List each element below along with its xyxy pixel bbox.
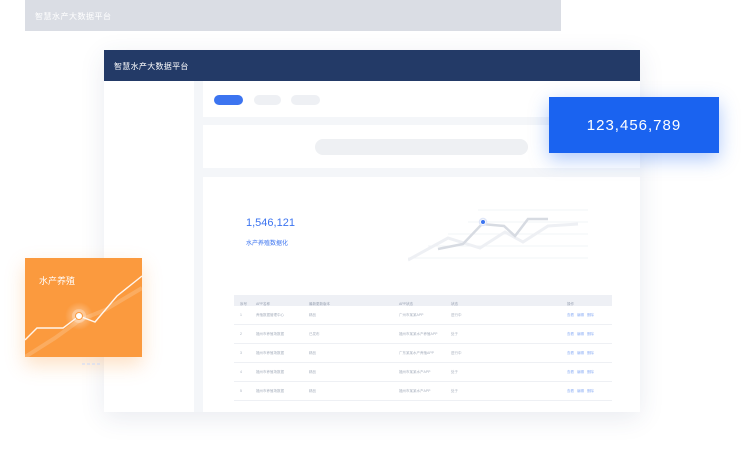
table-cell: 进行中 xyxy=(451,313,462,317)
table-cell: 福州市某某水产养殖APP xyxy=(399,332,438,336)
table-cell: 5 xyxy=(240,389,242,393)
table-cell: 处于 xyxy=(451,389,458,393)
aquaculture-point xyxy=(75,312,83,320)
view-link[interactable]: 查看 xyxy=(567,313,574,317)
table-row: 2 福州市养殖场数据 已发布 福州市某某水产养殖APP 处于 查看 编辑 删除 xyxy=(234,325,612,344)
view-link[interactable]: 查看 xyxy=(567,332,574,336)
view-link[interactable]: 查看 xyxy=(567,389,574,393)
background-window-titlebar: 智慧水产大数据平台 xyxy=(25,0,561,31)
table-cell: 广州市某某APP xyxy=(399,313,424,317)
table-row: 1 养殖数据管理中心 精品 广州市某某APP 进行中 查看 编辑 删除 xyxy=(234,306,612,325)
table-cell: 福州市某某水产APP xyxy=(399,389,431,393)
row-actions: 查看 编辑 删除 xyxy=(567,313,597,318)
edit-link[interactable]: 编辑 xyxy=(577,370,584,374)
table-cell: 精品 xyxy=(309,313,316,317)
tab-active[interactable] xyxy=(214,95,243,105)
background-window-title: 智慧水产大数据平台 xyxy=(35,12,112,21)
window-title: 智慧水产大数据平台 xyxy=(114,62,189,71)
row-actions: 查看 编辑 删除 xyxy=(567,389,597,394)
content-panel: 1,546,121 水产养殖数据化 序号 APP名称 最新更新版本 APP状态 … xyxy=(203,177,640,412)
table-cell: 精品 xyxy=(309,370,316,374)
counter-card: 123,456,789 xyxy=(549,97,719,153)
trend-line-shadow xyxy=(408,222,579,262)
edit-link[interactable]: 编辑 xyxy=(577,332,584,336)
table-cell: 福州市某某水产APP xyxy=(399,370,431,374)
table-cell: 福州市养殖场数据 xyxy=(256,389,284,393)
table-cell: 2 xyxy=(240,332,242,336)
table-cell: 进行中 xyxy=(451,351,462,355)
table-row: 4 福州市养殖场数据 精品 福州市某某水产APP 处于 查看 编辑 删除 xyxy=(234,363,612,382)
chart-gridlines xyxy=(408,209,588,259)
table-cell: 养殖数据管理中心 xyxy=(256,313,284,317)
table-cell: 处于 xyxy=(451,332,458,336)
trend-point xyxy=(481,220,485,224)
table-cell: 1 xyxy=(240,313,242,317)
counter-value: 123,456,789 xyxy=(586,117,682,134)
aquaculture-trend-chart xyxy=(25,275,142,357)
table-cell: 已发布 xyxy=(309,332,320,336)
table-cell: 福州市养殖场数据 xyxy=(256,351,284,355)
sidebar xyxy=(104,81,194,412)
view-link[interactable]: 查看 xyxy=(567,370,574,374)
trend-line-chart xyxy=(408,209,588,262)
table-cell: 广东某某水产养殖APP xyxy=(399,351,435,355)
row-actions: 查看 编辑 删除 xyxy=(567,370,597,375)
tab-2[interactable] xyxy=(254,95,281,105)
row-actions: 查看 编辑 删除 xyxy=(567,351,597,356)
edit-link[interactable]: 编辑 xyxy=(577,313,584,317)
table-cell: 处于 xyxy=(451,370,458,374)
stat-label: 水产养殖数据化 xyxy=(246,241,289,247)
data-table: 序号 APP名称 最新更新版本 APP状态 状态 操作 1 养殖数据管理中心 精… xyxy=(234,295,612,401)
delete-link[interactable]: 删除 xyxy=(587,332,594,336)
stat-value: 1,546,121 xyxy=(246,217,295,229)
delete-link[interactable]: 删除 xyxy=(587,389,594,393)
tab-3[interactable] xyxy=(291,95,320,105)
delete-link[interactable]: 删除 xyxy=(587,313,594,317)
delete-link[interactable]: 删除 xyxy=(587,351,594,355)
aquaculture-card: 水产养殖 xyxy=(25,258,142,357)
table-cell: 3 xyxy=(240,351,242,355)
search-input[interactable] xyxy=(315,139,528,155)
table-cell: 4 xyxy=(240,370,242,374)
table-cell: 精品 xyxy=(309,389,316,393)
aquaculture-card-title: 水产养殖 xyxy=(39,276,76,286)
edit-link[interactable]: 编辑 xyxy=(577,389,584,393)
row-actions: 查看 编辑 删除 xyxy=(567,332,597,337)
table-cell: 精品 xyxy=(309,351,316,355)
edit-link[interactable]: 编辑 xyxy=(577,351,584,355)
table-cell: 福州市养殖场数据 xyxy=(256,370,284,374)
decorative-dash xyxy=(82,363,102,365)
table-row: 5 福州市养殖场数据 精品 福州市某某水产APP 处于 查看 编辑 删除 xyxy=(234,382,612,401)
window-titlebar: 智慧水产大数据平台 xyxy=(104,50,640,81)
delete-link[interactable]: 删除 xyxy=(587,370,594,374)
table-header-row: 序号 APP名称 最新更新版本 APP状态 状态 操作 xyxy=(234,295,612,306)
table-row: 3 福州市养殖场数据 精品 广东某某水产养殖APP 进行中 查看 编辑 删除 xyxy=(234,344,612,363)
view-link[interactable]: 查看 xyxy=(567,351,574,355)
table-cell: 福州市养殖场数据 xyxy=(256,332,284,336)
